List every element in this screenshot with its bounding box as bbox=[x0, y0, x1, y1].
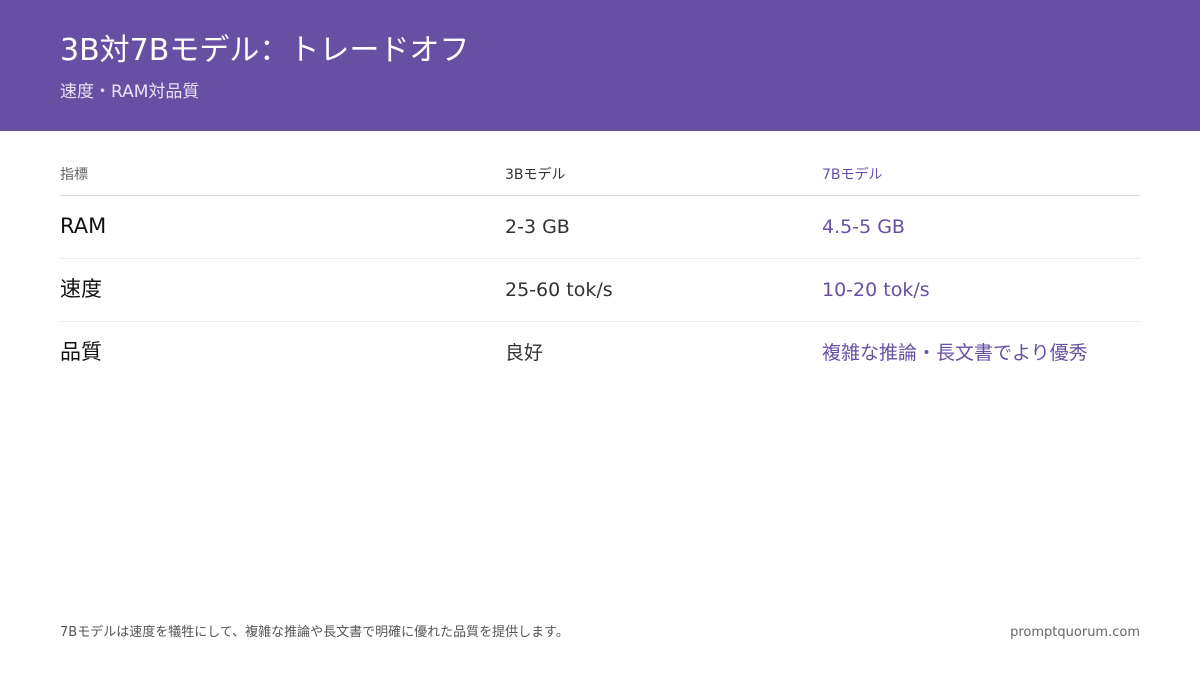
column-header-7b-model: 7Bモデル bbox=[822, 167, 883, 183]
table-row: RAM 2-3 GB 4.5-5 GB bbox=[60, 196, 1140, 259]
column-header-3b-model: 3Bモデル bbox=[505, 167, 566, 183]
table-header-row: 指標 3Bモデル 7Bモデル bbox=[60, 155, 1140, 196]
column-header-metric: 指標 bbox=[60, 167, 88, 183]
7b-value: 4.5-5 GB bbox=[822, 216, 905, 238]
3b-value: 25-60 tok/s bbox=[505, 279, 613, 301]
7b-value: 複雑な推論・長文書でより優秀 bbox=[822, 342, 1088, 364]
page-subtitle: 速度・RAM対品質 bbox=[60, 82, 200, 102]
3b-value: 良好 bbox=[505, 342, 544, 364]
7b-value: 10-20 tok/s bbox=[822, 279, 930, 301]
footer-note: 7Bモデルは速度を犠牲にして、複雑な推論や長文書で明確に優れた品質を提供します。 bbox=[60, 625, 569, 640]
comparison-table: 指標 3Bモデル 7Bモデル RAM 2-3 GB 4.5-5 GB 速度 25… bbox=[60, 155, 1140, 384]
header-banner: 3B対7Bモデル：トレードオフ 速度・RAM対品質 bbox=[0, 0, 1200, 131]
page-title: 3B対7Bモデル：トレードオフ bbox=[60, 33, 470, 68]
table-row: 速度 25-60 tok/s 10-20 tok/s bbox=[60, 259, 1140, 322]
footer-brand: promptquorum.com bbox=[1010, 625, 1140, 640]
metric-label: RAM bbox=[60, 214, 107, 238]
metric-label: 速度 bbox=[60, 277, 102, 301]
table-row: 品質 良好 複雑な推論・長文書でより優秀 bbox=[60, 322, 1140, 384]
metric-label: 品質 bbox=[60, 340, 102, 364]
3b-value: 2-3 GB bbox=[505, 216, 570, 238]
